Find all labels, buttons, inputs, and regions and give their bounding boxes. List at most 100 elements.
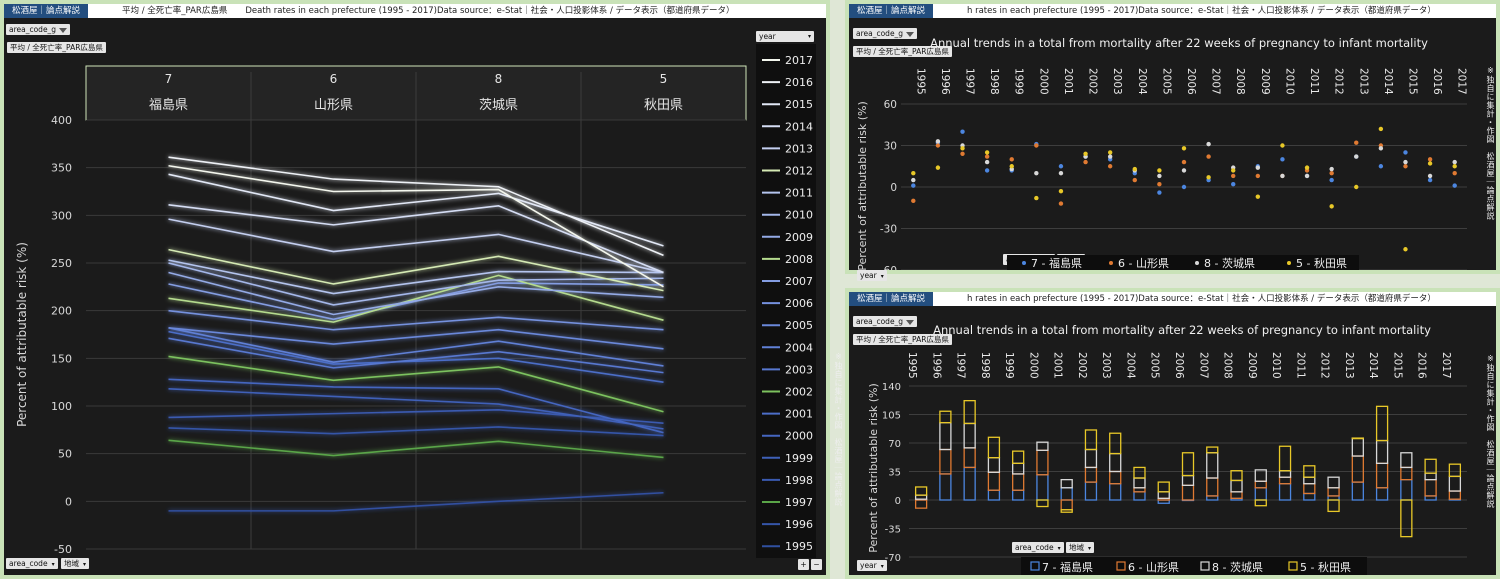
bar-segment (1400, 452, 1413, 469)
scatter-point (1255, 165, 1261, 170)
center-side-note: ※独自に集計・作図 松酒屋｜論点解説 (834, 352, 843, 506)
scatter-point (1329, 204, 1334, 209)
stacked-bar-chart: Annual trends in a total from mortality … (867, 323, 1467, 575)
legend-label: 8 - 茨城県 (1212, 560, 1263, 574)
bar-segment (1448, 490, 1462, 500)
bar-segment (1181, 484, 1195, 501)
x-tick-label: 1997 (955, 352, 967, 379)
x-tick-label: 2007 (1210, 68, 1222, 95)
scatter-point (1378, 146, 1384, 151)
legend-label: 2014 (785, 120, 813, 133)
scatter-point (1280, 143, 1285, 148)
legend-label: 8 - 茨城県 (1204, 256, 1255, 270)
scatter-point (960, 129, 965, 134)
legend-label: 2006 (785, 297, 813, 310)
legend-label: 2009 (785, 231, 813, 244)
scatter-point (1083, 159, 1088, 165)
legend-label: 2008 (785, 253, 813, 266)
scatter-point (1009, 157, 1014, 162)
scatter-point (1034, 170, 1039, 176)
bar-segment (987, 471, 1001, 491)
scatter-point (984, 159, 990, 165)
legend-label: 2010 (785, 209, 813, 222)
scatter-point (1231, 173, 1236, 179)
x-tick-label: 2015 (1391, 352, 1403, 379)
scatter-point (935, 165, 941, 170)
scatter-point (911, 170, 916, 176)
scatter-point (911, 183, 916, 188)
legend-label: 2003 (785, 363, 813, 376)
bar-segment (1181, 452, 1195, 477)
scatter-point (1206, 154, 1211, 159)
y-tick-label: -60 (880, 265, 897, 270)
bar-segment (1375, 405, 1389, 442)
category-name-label: 福島県 (149, 98, 188, 113)
scatter-point (1132, 177, 1137, 183)
bar-segment (963, 422, 976, 449)
scatter-point (1427, 173, 1433, 179)
scatter-point (1427, 161, 1433, 166)
legend-label: 6 - 山形県 (1128, 561, 1179, 574)
x-tick-label: 1995 (906, 352, 918, 379)
scatter-point (1354, 140, 1359, 145)
bar-segment (1060, 487, 1073, 501)
scatter-point (1181, 159, 1187, 165)
y-tick-label: -70 (885, 553, 901, 564)
bar-segment (1109, 470, 1122, 485)
bar-segment (1012, 473, 1025, 491)
scatter-point (984, 154, 990, 159)
bar-segment (1181, 474, 1195, 486)
bar-segment (1278, 483, 1292, 501)
legend-marker (1022, 261, 1026, 265)
bar-segment (987, 436, 1001, 459)
scatter-point (935, 143, 941, 148)
legend-label: 7 - 福島県 (1031, 256, 1082, 270)
bar-segment (1230, 479, 1243, 493)
x-tick-label: 2013 (1343, 352, 1355, 379)
legend-label: 2016 (785, 76, 813, 89)
x-tick-label: 2001 (1062, 68, 1074, 95)
x-tick-label: 2005 (1160, 68, 1172, 95)
x-tick-label: 2014 (1382, 68, 1394, 95)
y-tick-label: -35 (885, 525, 901, 536)
y-axis-label: Percent of attributable risk (%) (856, 101, 869, 270)
x-tick-label: 2015 (1406, 68, 1418, 95)
scatter-point (1157, 168, 1162, 173)
bar-segment (1012, 462, 1025, 475)
bar-segment (1278, 445, 1292, 472)
year-field-button[interactable]: year ▾ (857, 270, 887, 281)
scatter-point (1452, 159, 1457, 165)
scatter-point (1107, 154, 1113, 159)
bar-segment (987, 489, 1001, 501)
x-tick-label: 2000 (1037, 68, 1049, 95)
scatter-point (1181, 146, 1187, 151)
legend-label: 2012 (785, 165, 813, 178)
x-tick-label: 2011 (1308, 68, 1320, 95)
bar-segment (1157, 491, 1170, 500)
legend-marker (1287, 261, 1291, 265)
bar-segment (1133, 466, 1146, 479)
x-tick-label: 2001 (1052, 352, 1064, 379)
x-tick-label: 2017 (1440, 352, 1452, 379)
x-tick-label: 2008 (1234, 68, 1246, 95)
x-tick-label: 2016 (1431, 68, 1443, 95)
bar-segment (1084, 466, 1098, 483)
right-top-panel: 松酒屋｜論点解説 h rates in each prefecture (1995… (845, 0, 1500, 281)
x-tick-label: 2010 (1270, 352, 1282, 379)
bar-segment (1060, 509, 1073, 513)
bar-segment (963, 447, 976, 469)
scatter-point (984, 150, 990, 155)
x-tick-label: 1999 (1003, 352, 1015, 379)
legend-label: 2011 (785, 187, 813, 200)
legend-label: 2013 (785, 142, 813, 155)
legend-label: 6 - 山形県 (1118, 257, 1169, 270)
scatter-point (1034, 195, 1039, 201)
bar-segment (963, 466, 976, 501)
bar-segment (1254, 480, 1267, 489)
bar-segment (1084, 429, 1098, 451)
scatter-point (1427, 177, 1433, 183)
legend-label: 2007 (785, 275, 813, 288)
y-tick-label: 0 (895, 496, 901, 507)
x-tick-label: 2006 (1185, 68, 1197, 95)
bar-segment (1351, 437, 1364, 457)
